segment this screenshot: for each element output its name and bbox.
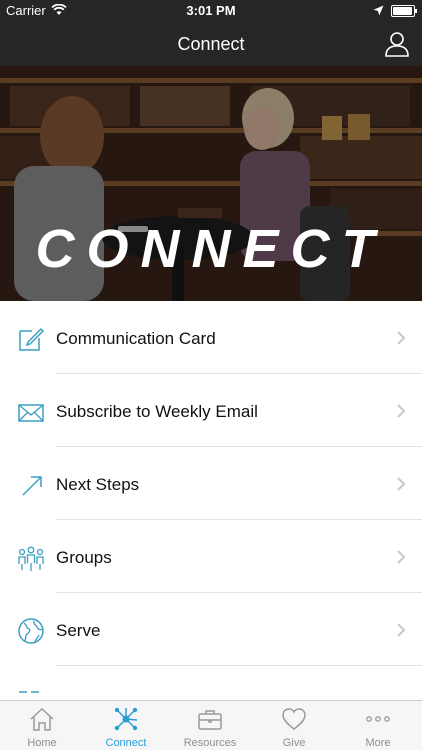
battery-fill [393,7,412,15]
tab-label: Home [27,737,57,749]
app-screen: Carrier 3:01 PM Connect CONNECT Communic… [0,0,422,750]
profile-icon[interactable] [383,31,411,57]
menu-item-label: Serve [56,621,101,640]
hero-title: CONNECT [35,219,387,279]
people-icon [18,546,44,571]
network-icon [114,707,138,731]
tab-bar: Home Connect Resources Give More [0,700,422,750]
arrow-up-right-icon [22,476,42,496]
hero-banner: CONNECT [0,66,422,301]
menu-item-subscribe-email[interactable]: Subscribe to Weekly Email [0,374,422,447]
globe-icon [18,618,44,644]
home-icon [30,707,54,731]
nav-bar: Connect [0,22,422,66]
menu-item-label: Groups [56,548,112,567]
envelope-icon [18,404,44,422]
heart-icon [282,708,306,730]
page-title: Connect [177,34,245,54]
menu-item-label: Next Steps [56,475,140,494]
status-bar: Carrier 3:01 PM [0,0,422,22]
tab-more[interactable]: More [336,701,420,750]
edit-icon [19,327,45,351]
tab-label: More [365,737,391,749]
tab-label: Resources [183,737,237,749]
location-arrow-icon [373,5,384,16]
menu-item-label: Subscribe to Weekly Email [56,402,258,421]
more-icon [366,716,390,722]
chevron-right-icon [397,623,406,637]
chevron-right-icon [397,404,406,418]
tab-home[interactable]: Home [0,701,84,750]
menu-item-label: Communication Card [56,329,216,348]
tab-give[interactable]: Give [252,701,336,750]
briefcase-icon [198,710,222,730]
chevron-right-icon [397,477,406,491]
chevron-right-icon [397,550,406,564]
connect-menu: Communication Card Subscribe to Weekly E… [0,301,422,739]
status-time: 3:01 PM [186,3,236,18]
menu-item-serve[interactable]: Serve [0,593,422,666]
battery-icon [391,5,417,17]
tab-label: Connect [105,737,147,749]
chevron-right-icon [397,331,406,345]
tab-label: Give [282,737,306,749]
tab-resources[interactable]: Resources [168,701,252,750]
tab-connect[interactable]: Connect [84,701,168,750]
menu-item-communication-card[interactable]: Communication Card [0,301,422,374]
menu-item-groups[interactable]: Groups [0,520,422,593]
menu-item-next-steps[interactable]: Next Steps [0,447,422,520]
